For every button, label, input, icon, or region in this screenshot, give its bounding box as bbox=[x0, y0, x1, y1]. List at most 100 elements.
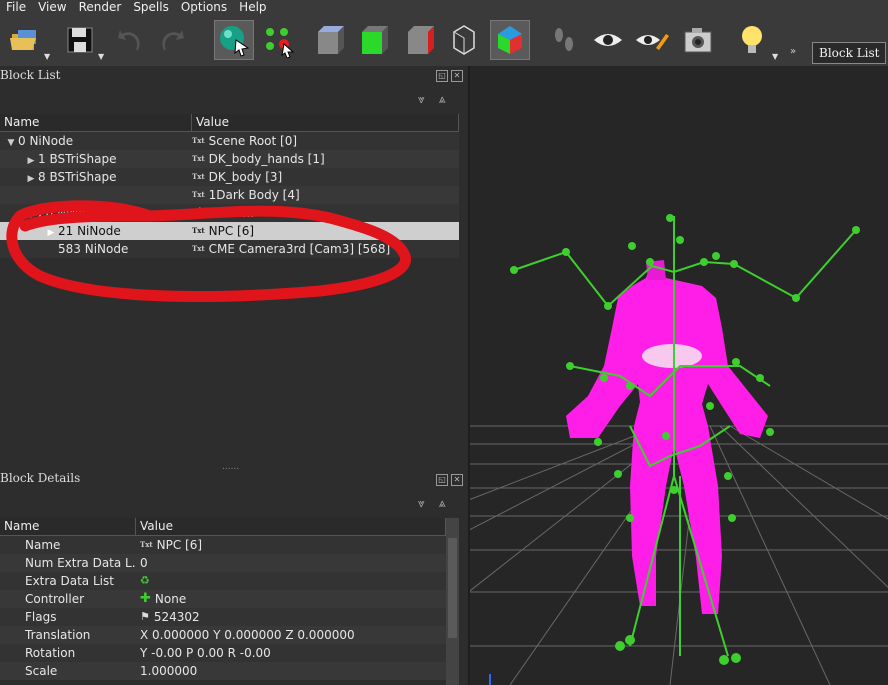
save-dropdown-icon[interactable]: ▼ bbox=[98, 52, 104, 61]
tree-row-value: Txt DK_body_hands [1] bbox=[192, 150, 325, 168]
tree-row-value: skeleton... bbox=[192, 204, 254, 222]
detail-row[interactable]: Translation X 0.000000 Y 0.000000 Z 0.000… bbox=[0, 626, 459, 644]
cube-green-icon[interactable] bbox=[354, 20, 394, 60]
tree-row-name bbox=[0, 186, 192, 204]
detail-row-value-text: NPC [6] bbox=[156, 538, 203, 552]
block-details-title: Block Details bbox=[0, 471, 81, 485]
details-scrollbar-thumb[interactable] bbox=[448, 538, 457, 638]
detail-row-value-text: 1.000000 bbox=[140, 664, 198, 678]
detail-row[interactable]: Name Txt NPC [6] bbox=[0, 536, 459, 554]
open-dropdown-icon[interactable]: ▼ bbox=[44, 52, 50, 61]
collapse-all-icon[interactable]: ⩔ bbox=[418, 92, 425, 107]
detail-row-value[interactable]: Txt NPC [6] bbox=[136, 536, 202, 554]
menu-bar: File View Render Spells Options Help bbox=[0, 0, 888, 14]
float-dock-icon[interactable]: ◱ bbox=[436, 474, 448, 486]
add-icon: ✚ bbox=[140, 591, 151, 606]
tree-row-name: ▶ 21 NiNode bbox=[0, 222, 192, 240]
cube-red-face-icon[interactable] bbox=[400, 20, 440, 60]
menu-help[interactable]: Help bbox=[239, 0, 266, 14]
tree-row-name: 583 NiNode bbox=[0, 240, 192, 258]
eye-pencil-icon[interactable] bbox=[632, 20, 672, 60]
cube-gray-icon[interactable] bbox=[310, 20, 350, 60]
lightbulb-icon[interactable] bbox=[732, 20, 772, 60]
tree-row-name: ▼ 20 NiNode bbox=[0, 204, 192, 222]
bone-select-icon[interactable] bbox=[258, 20, 298, 60]
detail-row[interactable]: Extra Data List ♻ bbox=[0, 572, 459, 590]
footprints-icon[interactable] bbox=[544, 20, 584, 60]
toolbar: ▼ ▼ ▼ » Block List bbox=[0, 14, 888, 67]
menu-file[interactable]: File bbox=[6, 0, 26, 14]
tree-row[interactable]: ▼ 20 NiNode skeleton... bbox=[0, 204, 459, 222]
column-header-name[interactable]: Name bbox=[0, 518, 136, 535]
tree-row[interactable]: 583 NiNode Txt CME Camera3rd [Cam3] [568] bbox=[0, 240, 459, 258]
select-sphere-icon[interactable] bbox=[214, 20, 254, 60]
collapse-arrow-icon[interactable]: ▼ bbox=[4, 134, 18, 150]
text-type-icon: Txt bbox=[140, 540, 153, 549]
save-disk-icon[interactable] bbox=[60, 20, 100, 60]
collapse-arrow-icon[interactable]: ▼ bbox=[24, 206, 38, 222]
expand-all-icon[interactable]: ⩓ bbox=[439, 92, 446, 107]
menu-render[interactable]: Render bbox=[79, 0, 122, 14]
text-type-icon: Txt bbox=[192, 190, 205, 199]
detail-row-name: Rotation bbox=[25, 646, 76, 660]
flag-icon: ⚑ bbox=[140, 610, 150, 623]
float-dock-icon[interactable]: ◱ bbox=[436, 70, 448, 82]
column-header-value[interactable]: Value bbox=[192, 114, 459, 131]
tree-row-value: Txt 1Dark Body [4] bbox=[192, 186, 300, 204]
expand-arrow-icon[interactable]: ▶ bbox=[24, 152, 38, 168]
menu-view[interactable]: View bbox=[38, 0, 66, 14]
tree-row-label: 8 BSTriShape bbox=[38, 170, 117, 184]
tree-row[interactable]: ▼ 0 NiNode Txt Scene Root [0] bbox=[0, 132, 459, 150]
undo-icon[interactable] bbox=[110, 20, 150, 60]
tree-row-value-text: 1Dark Body [4] bbox=[208, 188, 300, 202]
redo-icon[interactable] bbox=[152, 20, 192, 60]
detail-row[interactable]: Rotation Y -0.00 P 0.00 R -0.00 bbox=[0, 644, 459, 662]
block-list-title: Block List bbox=[0, 68, 61, 82]
collapse-all-icon[interactable]: ⩔ bbox=[418, 496, 425, 511]
detail-row-value[interactable]: Y -0.00 P 0.00 R -0.00 bbox=[136, 644, 271, 662]
detail-row-value[interactable]: ✚ None bbox=[136, 590, 186, 608]
panel-splitter-handle[interactable]: ...... bbox=[222, 462, 239, 472]
detail-row-value[interactable]: X 0.000000 Y 0.000000 Z 0.000000 bbox=[136, 626, 355, 644]
cube-wireframe-icon[interactable] bbox=[444, 20, 484, 60]
eye-icon[interactable] bbox=[588, 20, 628, 60]
menu-spells[interactable]: Spells bbox=[133, 0, 169, 14]
tree-row[interactable]: ▶ 1 BSTriShape Txt DK_body_hands [1] bbox=[0, 150, 459, 168]
detail-row-value[interactable]: 1.000000 bbox=[136, 662, 197, 680]
tree-row-value-text: NPC [6] bbox=[208, 224, 255, 238]
toolbar-overflow-chevron[interactable]: » bbox=[790, 46, 796, 57]
details-scrollbar[interactable] bbox=[446, 518, 459, 685]
detail-row[interactable]: Scale 1.000000 bbox=[0, 662, 459, 680]
detail-row-value[interactable]: ⚑ 524302 bbox=[136, 608, 200, 626]
column-header-value[interactable]: Value bbox=[136, 518, 446, 535]
column-header-name[interactable]: Name bbox=[0, 114, 192, 131]
cube-colored-icon[interactable] bbox=[490, 20, 530, 60]
detail-row[interactable]: Controller ✚ None bbox=[0, 590, 459, 608]
detail-row-value-text: None bbox=[154, 592, 187, 606]
tree-row[interactable]: ▶ 8 BSTriShape Txt DK_body [3] bbox=[0, 168, 459, 186]
tree-row-value-text: skeleton... bbox=[192, 206, 254, 220]
close-dock-icon[interactable]: ✕ bbox=[451, 70, 463, 82]
block-list-toggle-button[interactable]: Block List bbox=[812, 42, 887, 64]
detail-row-value-text: 0 bbox=[140, 556, 148, 570]
detail-row[interactable]: Flags ⚑ 524302 bbox=[0, 608, 459, 626]
tree-row-value-text: DK_body_hands [1] bbox=[208, 152, 325, 166]
tree-row[interactable]: ▶ 21 NiNode Txt NPC [6] bbox=[0, 222, 459, 240]
close-dock-icon[interactable]: ✕ bbox=[451, 474, 463, 486]
tree-row-value-text: Scene Root [0] bbox=[208, 134, 298, 148]
tree-row-value-text: CME Camera3rd [Cam3] [568] bbox=[208, 242, 391, 256]
3d-viewport[interactable] bbox=[470, 66, 888, 685]
detail-row-name: Extra Data List bbox=[25, 574, 114, 588]
expand-arrow-icon[interactable]: ▶ bbox=[24, 170, 38, 186]
tree-row[interactable]: Txt 1Dark Body [4] bbox=[0, 186, 459, 204]
detail-row[interactable]: Num Extra Data L... 0 bbox=[0, 554, 459, 572]
detail-row-value[interactable]: 0 bbox=[136, 554, 148, 572]
open-folder-icon[interactable] bbox=[4, 20, 44, 60]
menu-options[interactable]: Options bbox=[181, 0, 227, 14]
camera-icon[interactable] bbox=[678, 20, 718, 60]
block-list-dock-buttons: ◱ ✕ bbox=[436, 70, 463, 82]
expand-arrow-icon[interactable]: ▶ bbox=[44, 224, 58, 240]
light-dropdown-icon[interactable]: ▼ bbox=[772, 52, 778, 61]
expand-all-icon[interactable]: ⩓ bbox=[439, 496, 446, 511]
detail-row-value[interactable]: ♻ bbox=[136, 572, 154, 590]
